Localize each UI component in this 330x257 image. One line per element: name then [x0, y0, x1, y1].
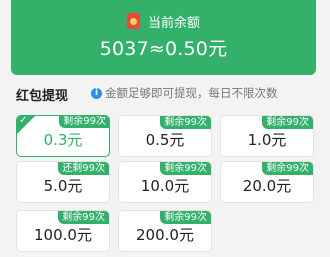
withdraw-option[interactable]: ✓ 剩余99次 0.3元 [16, 115, 110, 157]
withdraw-option[interactable]: 剩余99次 0.5元 [118, 115, 212, 157]
balance-label-row: 当前余额 [11, 10, 316, 32]
info-icon: i [91, 87, 102, 99]
remaining-badge: 剩余99次 [262, 162, 313, 175]
balance-label: 当前余额 [147, 15, 200, 31]
balance-value: 5037≈0.50元 [99, 38, 228, 60]
option-amount: 200.0元 [136, 226, 194, 244]
option-amount: 0.3元 [43, 131, 83, 149]
option-amount: 5.0元 [43, 177, 83, 195]
remaining-badge: 剩余99次 [160, 116, 211, 129]
withdraw-option[interactable]: 剩余99次 1.0元 [220, 115, 314, 157]
withdraw-option[interactable]: 剩余99次 20.0元 [220, 161, 314, 203]
remaining-badge: 剩余99次 [160, 211, 211, 224]
section-title: 红包提现 [16, 89, 69, 104]
withdraw-option[interactable]: 还剩99次 5.0元 [16, 161, 110, 203]
option-amount: 100.0元 [34, 226, 92, 244]
withdraw-notice: i 金额足够即可提现，每日不限次数 [91, 85, 278, 101]
withdraw-option[interactable]: 剩余99次 10.0元 [118, 161, 212, 203]
option-amount: 1.0元 [247, 131, 287, 149]
remaining-badge: 剩余99次 [160, 162, 211, 175]
withdraw-option[interactable]: 剩余99次 200.0元 [118, 210, 212, 252]
check-icon: ✓ [19, 115, 28, 126]
option-amount: 0.5元 [145, 131, 185, 149]
remaining-badge: 剩余99次 [59, 116, 109, 128]
red-packet-icon [126, 13, 140, 29]
balance-card: 当前余额 5037≈0.50元 [11, 0, 316, 75]
option-amount: 10.0元 [140, 177, 190, 195]
remaining-badge: 还剩99次 [58, 162, 109, 175]
withdraw-option[interactable]: 剩余99次 100.0元 [16, 210, 110, 252]
remaining-badge: 剩余99次 [262, 116, 313, 129]
option-amount: 20.0元 [242, 177, 292, 195]
remaining-badge: 剩余99次 [58, 211, 109, 224]
notice-text: 金额足够即可提现，每日不限次数 [105, 86, 278, 100]
